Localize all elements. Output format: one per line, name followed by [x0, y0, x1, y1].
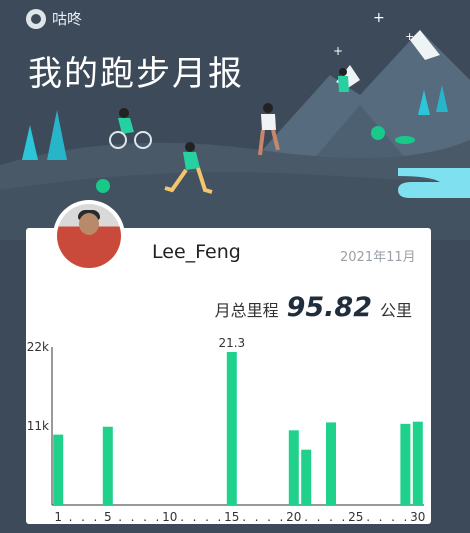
- x-tick-dot: .: [391, 510, 395, 524]
- x-tick-dot: .: [279, 510, 283, 524]
- peak-value-label: 21.3: [218, 336, 245, 350]
- x-tick-dot: .: [69, 510, 73, 524]
- x-tick-dot: .: [379, 510, 383, 524]
- y-tick-label: 22k: [27, 340, 49, 354]
- x-tick-label: 1: [54, 510, 62, 524]
- x-tick-label: 10: [162, 510, 177, 524]
- x-tick-label: 20: [286, 510, 301, 524]
- bar-day-15: [226, 352, 237, 505]
- y-tick-label: 11k: [27, 419, 49, 433]
- x-tick-dot: .: [118, 510, 122, 524]
- x-tick-dot: .: [304, 510, 308, 524]
- x-tick-dot: .: [155, 510, 159, 524]
- x-tick-label: 30: [410, 510, 425, 524]
- bar-day-29: [400, 423, 411, 505]
- x-tick-dot: .: [329, 510, 333, 524]
- x-tick-dot: .: [267, 510, 271, 524]
- x-tick-dot: .: [180, 510, 184, 524]
- x-tick-dot: .: [255, 510, 259, 524]
- bar-day-1: [53, 434, 64, 505]
- x-tick-label: 25: [348, 510, 363, 524]
- x-tick-label: 5: [104, 510, 112, 524]
- x-tick-dot: .: [193, 510, 197, 524]
- x-tick-dot: .: [317, 510, 321, 524]
- x-tick-dot: .: [131, 510, 135, 524]
- x-tick-dot: .: [143, 510, 147, 524]
- bar-day-20: [288, 430, 299, 505]
- x-tick-dot: .: [403, 510, 407, 524]
- x-tick-dot: .: [366, 510, 370, 524]
- bar-day-21: [301, 449, 312, 505]
- x-tick-dot: .: [217, 510, 221, 524]
- bar-day-30: [412, 421, 423, 505]
- bar-day-5: [102, 426, 113, 505]
- x-tick-dot: .: [242, 510, 246, 524]
- daily-distance-chart: 11k22k 21.31... 5.... 10.... 15.... 20.... 25.…: [27, 336, 426, 524]
- x-tick-dot: .: [81, 510, 85, 524]
- x-tick-label: 15: [224, 510, 239, 524]
- x-tick-dot: .: [205, 510, 209, 524]
- x-tick-dot: .: [93, 510, 97, 524]
- x-tick-dot: .: [341, 510, 345, 524]
- bar-day-23: [326, 422, 336, 505]
